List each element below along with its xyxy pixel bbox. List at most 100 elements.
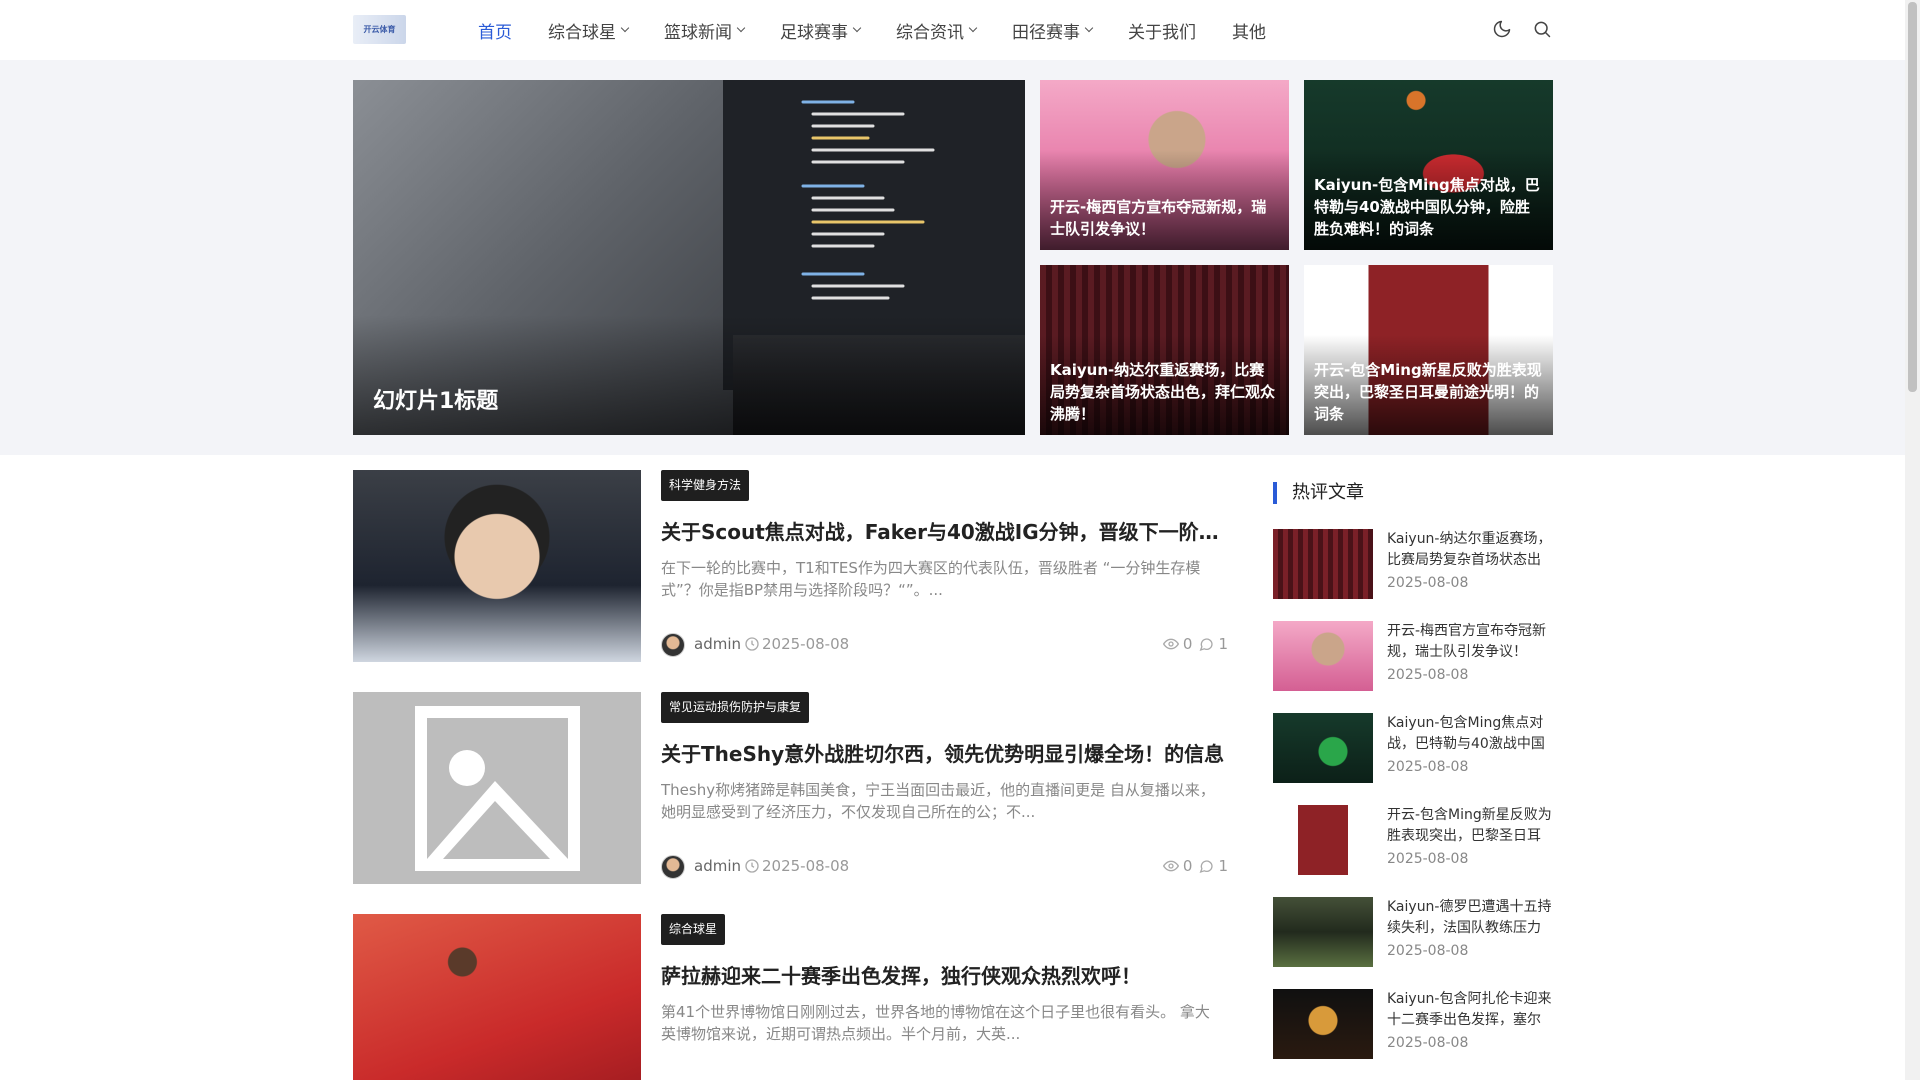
hot-article-title[interactable]: Kaiyun-德罗巴遭遇十五持续失利，法国队教练压力山大！ [1387, 897, 1553, 939]
chevron-down-icon [852, 23, 862, 33]
hot-article-item[interactable]: Kaiyun-德罗巴遭遇十五持续失利，法国队教练压力山大！ 2025-08-08 [1273, 897, 1553, 969]
author-name[interactable]: admin [694, 635, 741, 653]
article-title[interactable]: 关于TheShy意外战胜切尔西，领先优势明显引爆全场！的信息 [661, 738, 1228, 767]
article-thumbnail[interactable] [353, 692, 641, 884]
chevron-down-icon [736, 23, 746, 33]
moon-icon[interactable] [1492, 19, 1512, 39]
article-category-tag[interactable]: 综合球星 [661, 914, 726, 945]
slide-title[interactable]: 幻灯片1标题 [373, 383, 498, 415]
hot-article-title[interactable]: 开云-梅西官方宣布夺冠新规，瑞士队引发争议！ [1387, 621, 1553, 663]
hot-article-thumbnail[interactable] [1273, 805, 1373, 875]
hot-article-item[interactable]: Kaiyun-纳达尔重返赛场，比赛局势复杂首场状态出色，拜仁观众沸腾！ 2025… [1273, 529, 1553, 601]
article-meta: admin 2025-08-08 0 1 [661, 855, 1228, 879]
article-card: 常见运动损伤防护与康复 关于TheShy意外战胜切尔西，领先优势明显引爆全场！的… [353, 692, 1228, 884]
clock-icon [745, 637, 759, 651]
eye-icon [1162, 860, 1179, 872]
tile-title[interactable]: 开云-梅西官方宣布夺冠新规，瑞士队引发争议！ [1050, 196, 1279, 240]
article-stats: 0 1 [1161, 635, 1228, 653]
hot-article-title[interactable]: 开云-包含Ming新星反败为胜表现突出，巴黎圣日耳曼前途光明！的词条 [1387, 805, 1553, 847]
scrollbar-thumb[interactable] [1908, 2, 1917, 392]
nav-item-other[interactable]: 其他 [1232, 18, 1266, 43]
site-logo[interactable]: 开云体育 [353, 15, 406, 44]
hot-article-title[interactable]: Kaiyun-纳达尔重返赛场，比赛局势复杂首场状态出色，拜仁观众沸腾！ [1387, 529, 1553, 571]
article-title[interactable]: 关于Scout焦点对战，Faker与40激战IG分钟，晋级下一阶段胜负难料！的信… [661, 516, 1228, 545]
nav-item-basketball[interactable]: 篮球新闻 [664, 18, 746, 43]
search-icon[interactable] [1532, 19, 1552, 39]
nav-item-stars[interactable]: 综合球星 [548, 18, 630, 43]
hot-article-thumbnail[interactable] [1273, 621, 1373, 691]
nav-item-news[interactable]: 综合资讯 [896, 18, 978, 43]
clock-icon [745, 859, 759, 873]
hero-tile[interactable]: 开云-包含Ming新星反败为胜表现突出，巴黎圣日耳曼前途光明！的词条 [1304, 265, 1553, 435]
author-name[interactable]: admin [694, 857, 741, 875]
logo-text: 开云体育 [363, 25, 396, 34]
hot-article-date: 2025-08-08 [1387, 943, 1469, 959]
hero-main-slide[interactable]: 幻灯片1标题 [353, 80, 1025, 435]
hero-tile[interactable]: Kaiyun-包含Ming焦点对战，巴特勒与40激战中国队分钟，险胜胜负难料！的… [1304, 80, 1553, 250]
hot-article-date: 2025-08-08 [1387, 851, 1469, 867]
tile-title[interactable]: 开云-包含Ming新星反败为胜表现突出，巴黎圣日耳曼前途光明！的词条 [1314, 359, 1543, 425]
chevron-down-icon [620, 23, 630, 33]
main-nav: 首页 综合球星 篮球新闻 足球赛事 综合资讯 田径赛事 关于我们 其他 [478, 0, 1302, 60]
article-thumbnail[interactable] [353, 470, 641, 662]
view-count: 0 [1182, 635, 1193, 653]
page-scrollbar[interactable] [1905, 0, 1920, 1080]
hero-tile[interactable]: 开云-梅西官方宣布夺冠新规，瑞士队引发争议！ [1040, 80, 1289, 250]
chevron-down-icon [1084, 23, 1094, 33]
hero-tile[interactable]: Kaiyun-纳达尔重返赛场，比赛局势复杂首场状态出色，拜仁观众沸腾！ [1040, 265, 1289, 435]
article-category-tag[interactable]: 科学健身方法 [661, 470, 750, 501]
hot-article-item[interactable]: 开云-梅西官方宣布夺冠新规，瑞士队引发争议！ 2025-08-08 [1273, 621, 1553, 693]
nav-label: 首页 [478, 22, 512, 43]
nav-item-football[interactable]: 足球赛事 [780, 18, 862, 43]
nav-item-about[interactable]: 关于我们 [1128, 18, 1196, 43]
nav-label: 关于我们 [1128, 22, 1196, 43]
nav-item-athletics[interactable]: 田径赛事 [1012, 18, 1094, 43]
site-header: 开云体育 首页 综合球星 篮球新闻 足球赛事 综合资讯 田径赛事 关于我们 其他 [0, 0, 1905, 60]
hot-article-thumbnail[interactable] [1273, 713, 1373, 783]
article-card: 科学健身方法 关于Scout焦点对战，Faker与40激战IG分钟，晋级下一阶段… [353, 470, 1228, 662]
nav-item-home[interactable]: 首页 [478, 18, 512, 43]
tile-title[interactable]: Kaiyun-包含Ming焦点对战，巴特勒与40激战中国队分钟，险胜胜负难料！的… [1314, 174, 1543, 240]
article-date: 2025-08-08 [762, 635, 850, 653]
chevron-down-icon [968, 23, 978, 33]
article-stats: 0 1 [1161, 857, 1228, 875]
article-excerpt: 第41个世界博物馆日刚刚过去，世界各地的博物馆在这个日子里也很有看头。 拿大英博… [661, 1003, 1210, 1043]
article-title[interactable]: 萨拉赫迎来二十赛季出色发挥，独行侠观众热烈欢呼！ [661, 960, 1228, 989]
hot-article-thumbnail[interactable] [1273, 529, 1373, 599]
nav-label: 其他 [1232, 22, 1266, 43]
article-meta: admin 2025-08-08 0 1 [661, 633, 1228, 657]
hot-article-item[interactable]: Kaiyun-包含Ming焦点对战，巴特勒与40激战中国队分钟，险胜胜负难料！的… [1273, 713, 1553, 785]
slide-overlay [353, 315, 1025, 435]
sidebar-heading: 热评文章 [1273, 482, 1364, 504]
article-date: 2025-08-08 [762, 857, 850, 875]
hot-article-item[interactable]: 开云-包含Ming新星反败为胜表现突出，巴黎圣日耳曼前途光明！的词条 2025-… [1273, 805, 1553, 877]
article-excerpt: 在下一轮的比赛中，T1和TES作为四大赛区的代表队伍，晋级胜者 “一分钟生存模式… [661, 559, 1201, 599]
nav-label: 综合球星 [548, 22, 616, 43]
nav-label: 篮球新闻 [664, 22, 732, 43]
hot-article-date: 2025-08-08 [1387, 575, 1469, 591]
nav-label: 足球赛事 [780, 22, 848, 43]
hot-article-thumbnail[interactable] [1273, 897, 1373, 967]
tile-title[interactable]: Kaiyun-纳达尔重返赛场，比赛局势复杂首场状态出色，拜仁观众沸腾！ [1050, 359, 1279, 425]
hot-article-thumbnail[interactable] [1273, 989, 1373, 1059]
nav-label: 综合资讯 [896, 22, 964, 43]
hot-article-date: 2025-08-08 [1387, 1035, 1469, 1051]
article-excerpt: Theshy称烤猪蹄是韩国美食，宁王当面回击最近，他的直播间更是 自从复播以来，… [661, 781, 1215, 821]
hot-article-date: 2025-08-08 [1387, 667, 1469, 683]
article-card: 综合球星 萨拉赫迎来二十赛季出色发挥，独行侠观众热烈欢呼！ 第41个世界博物馆日… [353, 914, 1228, 1080]
slide-image-code [801, 100, 935, 300]
hot-article-item[interactable]: Kaiyun-包含阿扎伦卡迎来十二赛季出色发挥，塞尔维亚观众热烈欢呼！的词条 2… [1273, 989, 1553, 1061]
article-category-tag[interactable]: 常见运动损伤防护与康复 [661, 692, 810, 723]
comment-count: 1 [1218, 635, 1228, 653]
view-count: 0 [1182, 857, 1193, 875]
comment-icon [1200, 860, 1214, 874]
comment-count: 1 [1218, 857, 1228, 875]
hot-article-title[interactable]: Kaiyun-包含阿扎伦卡迎来十二赛季出色发挥，塞尔维亚观众热烈欢呼！的词条 [1387, 989, 1553, 1031]
image-placeholder-icon [414, 705, 580, 871]
article-thumbnail[interactable] [353, 914, 641, 1080]
hot-article-title[interactable]: Kaiyun-包含Ming焦点对战，巴特勒与40激战中国队分钟，险胜胜负难料！的… [1387, 713, 1553, 755]
author-avatar[interactable] [661, 855, 685, 879]
author-avatar[interactable] [661, 633, 685, 657]
comment-icon [1200, 638, 1214, 652]
hot-article-date: 2025-08-08 [1387, 759, 1469, 775]
